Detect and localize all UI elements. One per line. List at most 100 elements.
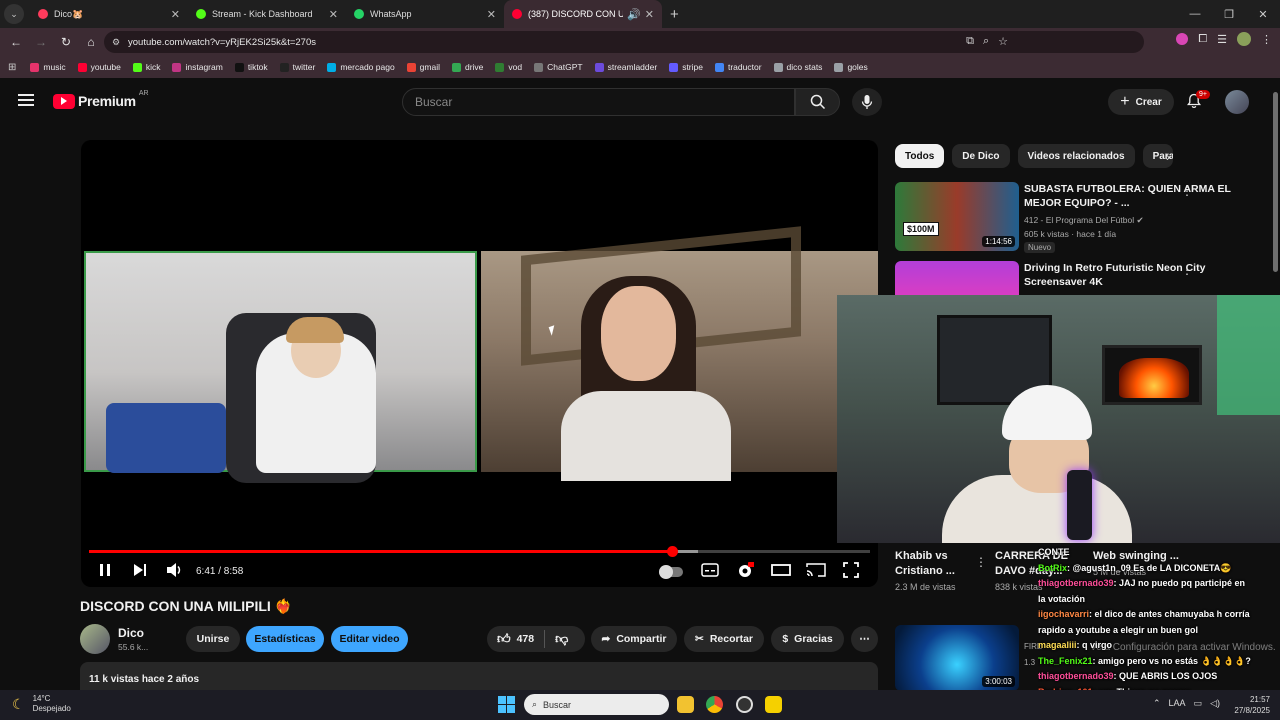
zoom-icon[interactable]: ⌕	[983, 35, 989, 48]
search-input[interactable]: Buscar	[402, 88, 795, 116]
taskbar-search[interactable]: ⌕ Buscar	[524, 694, 669, 715]
extension-icon[interactable]	[1176, 33, 1189, 45]
video-player[interactable]: 6:41 / 8:58	[81, 140, 878, 587]
close-icon[interactable]: ✕	[329, 8, 338, 21]
chevron-up-icon[interactable]: ⌃	[1153, 698, 1161, 709]
chip-from-channel[interactable]: De Dico	[952, 144, 1010, 168]
dislike-icon[interactable]: 👎︎	[555, 631, 568, 647]
autoplay-toggle[interactable]	[659, 565, 683, 579]
minimize-button[interactable]: —	[1178, 0, 1212, 28]
recommended-video[interactable]: Khabib vs Cristiano ... 2.3 M de vistas	[895, 549, 987, 592]
bookmark-goles[interactable]: goles	[834, 62, 868, 72]
forward-button[interactable]: →	[29, 30, 53, 54]
more-actions-button[interactable]: ⋯	[851, 626, 878, 652]
reload-button[interactable]: ↻	[54, 30, 78, 54]
like-icon[interactable]: 👍︎	[497, 631, 511, 647]
more-options-icon[interactable]: ⋮	[975, 555, 987, 569]
weather-widget[interactable]: ☾ 14°C Despejado	[12, 694, 71, 714]
restore-button[interactable]: ❐	[1212, 0, 1246, 28]
chip-related[interactable]: Videos relacionados	[1017, 144, 1135, 168]
speaker-icon[interactable]: 🔊	[627, 8, 641, 21]
more-options-icon[interactable]: ⋮	[1181, 184, 1193, 198]
seek-handle[interactable]	[666, 546, 678, 557]
tab-dico[interactable]: Dico🐹 ✕	[30, 0, 188, 28]
bookmark-star-icon[interactable]: ☆	[998, 35, 1008, 48]
edit-video-button[interactable]: Editar video	[331, 626, 408, 652]
stats-button[interactable]: Estadísticas	[246, 626, 324, 652]
video-thumbnail[interactable]: 3:00:03	[895, 625, 1019, 691]
app-icon[interactable]	[765, 696, 782, 713]
youtube-premium-logo[interactable]: Premium AR	[53, 90, 149, 109]
bookmark-vod[interactable]: vod	[495, 62, 522, 72]
video-title[interactable]: Driving In Retro Futuristic Neon City Sc…	[1024, 261, 1239, 289]
join-button[interactable]: Unirse	[186, 626, 240, 652]
file-explorer-icon[interactable]	[677, 696, 694, 713]
bookmark-gmail[interactable]: gmail	[406, 62, 440, 72]
create-button[interactable]: + Crear	[1108, 89, 1174, 115]
bookmark-stripe[interactable]: stripe	[669, 62, 703, 72]
channel-avatar[interactable]	[80, 624, 110, 654]
menu-icon[interactable]	[18, 94, 34, 106]
reading-list-icon[interactable]: ☰	[1217, 33, 1227, 46]
tab-youtube-video[interactable]: (387) DISCORD CON UNA M...🔊 ✕	[504, 0, 662, 28]
settings-gear-icon[interactable]	[736, 562, 754, 580]
channel-name[interactable]: 412 - El Programa Del Fútbol ✔	[1024, 214, 1144, 227]
more-options-icon[interactable]: ⋮	[1181, 263, 1193, 277]
chrome-icon[interactable]	[706, 696, 723, 713]
bookmark-traductor[interactable]: traductor	[714, 62, 762, 72]
recommended-video[interactable]: Driving In Retro Futuristic Neon City Sc…	[895, 261, 1265, 295]
chevron-right-icon[interactable]: ›	[1166, 150, 1170, 164]
voice-search-button[interactable]	[852, 88, 882, 116]
bookmark-drive[interactable]: drive	[451, 62, 483, 72]
video-title[interactable]: SUBASTA FUTBOLERA: QUIEN ARMA EL MEJOR E…	[1024, 182, 1239, 210]
close-icon[interactable]: ✕	[487, 8, 496, 21]
volume-icon[interactable]	[166, 562, 184, 578]
bookmark-tiktok[interactable]: tiktok	[234, 62, 268, 72]
bookmark-dico-stats[interactable]: dico stats	[773, 62, 822, 72]
install-app-icon[interactable]: ⧉	[966, 35, 974, 48]
bookmark-streamladder[interactable]: streamladder	[594, 62, 657, 72]
puzzle-icon[interactable]: ⧠	[1198, 33, 1207, 46]
clock[interactable]: 21:57 27/8/2025	[1234, 694, 1270, 716]
volume-icon[interactable]: ◁)	[1210, 698, 1220, 709]
cast-icon[interactable]	[806, 562, 826, 578]
recommended-video[interactable]: $100M 1:14:56 SUBASTA FUTBOLERA: QUIEN A…	[895, 182, 1265, 257]
account-avatar[interactable]	[1225, 90, 1249, 114]
channel-name[interactable]: Dico	[118, 626, 144, 640]
chip-all[interactable]: Todos	[895, 144, 945, 168]
tab-whatsapp[interactable]: WhatsApp ✕	[346, 0, 504, 28]
subtitles-icon[interactable]	[701, 562, 719, 578]
thanks-button[interactable]: $ Gracias	[771, 626, 844, 652]
fullscreen-icon[interactable]	[843, 562, 859, 578]
close-icon[interactable]: ✕	[171, 8, 180, 21]
site-info-icon[interactable]: ⚙	[112, 37, 120, 48]
seek-bar[interactable]	[89, 546, 870, 557]
bookmark-chatgpt[interactable]: ChatGPT	[534, 62, 583, 72]
new-tab-button[interactable]: +	[670, 6, 679, 23]
search-button[interactable]	[795, 88, 840, 116]
apps-grid-icon[interactable]: ⊞	[8, 62, 16, 73]
bookmark-mercado-pago[interactable]: mercado pago	[327, 62, 395, 72]
bookmark-music[interactable]: music	[30, 62, 66, 72]
clip-button[interactable]: ✂ Recortar	[684, 626, 764, 652]
windows-start-icon[interactable]	[498, 696, 515, 713]
theater-mode-icon[interactable]	[771, 562, 791, 578]
network-icon[interactable]: ▭	[1194, 698, 1203, 709]
tab-kick-dashboard[interactable]: Stream - Kick Dashboard ✕	[188, 0, 346, 28]
description-box[interactable]: 11 k vistas hace 2 años	[80, 662, 878, 690]
language-indicator[interactable]: LAA	[1169, 698, 1186, 709]
next-icon[interactable]	[132, 562, 148, 578]
profile-avatar[interactable]	[1237, 32, 1251, 46]
bookmark-instagram[interactable]: instagram	[172, 62, 223, 72]
tab-search-button[interactable]: ⌄	[4, 4, 24, 24]
bookmark-twitter[interactable]: twitter	[279, 62, 315, 72]
pause-icon[interactable]	[98, 562, 112, 578]
address-bar[interactable]: ⚙ youtube.com/watch?v=yRjEK2Si25k&t=270s…	[104, 31, 1144, 53]
close-window-button[interactable]: ✕	[1246, 0, 1280, 28]
home-button[interactable]: ⌂	[79, 30, 103, 54]
video-title[interactable]: Khabib vs Cristiano ...	[895, 549, 987, 579]
scrollbar-thumb[interactable]	[1273, 92, 1278, 272]
obs-icon[interactable]	[736, 696, 753, 713]
bookmark-kick[interactable]: kick	[132, 62, 160, 72]
menu-kebab-icon[interactable]: ⋮	[1261, 33, 1272, 46]
